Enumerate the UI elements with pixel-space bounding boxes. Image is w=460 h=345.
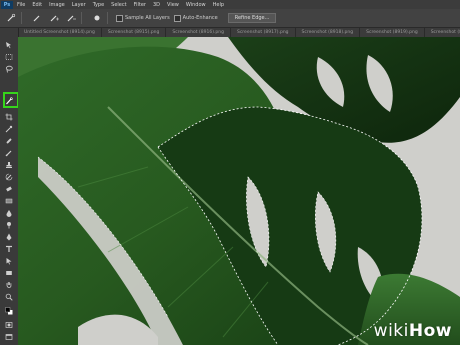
- menu-3d[interactable]: 3D: [153, 2, 160, 8]
- tab-document[interactable]: Screenshot (8919).png: [360, 28, 425, 37]
- dodge-icon[interactable]: [3, 220, 15, 229]
- menu-view[interactable]: View: [167, 2, 179, 8]
- menu-layer[interactable]: Layer: [72, 2, 86, 8]
- menu-type[interactable]: Type: [93, 2, 104, 8]
- pen-icon[interactable]: [3, 232, 15, 241]
- colors-icon[interactable]: [3, 306, 15, 315]
- lasso-icon[interactable]: [3, 64, 15, 73]
- menu-image[interactable]: Image: [49, 2, 65, 8]
- menu-edit[interactable]: Edit: [32, 2, 42, 8]
- refine-edge-button[interactable]: Refine Edge...: [227, 13, 277, 23]
- quick-selection-icon[interactable]: [3, 96, 15, 105]
- options-bar: Sample All Layers Auto-Enhance Refine Ed…: [0, 9, 460, 28]
- divider: [21, 12, 22, 24]
- menu-help[interactable]: Help: [213, 2, 224, 8]
- watermark-wiki: wiki: [373, 321, 409, 341]
- menu-window[interactable]: Window: [186, 2, 206, 8]
- watermark-how: How: [408, 321, 452, 341]
- menu-filter[interactable]: Filter: [134, 2, 146, 8]
- eraser-icon[interactable]: [3, 184, 15, 193]
- menu-bar: Ps File Edit Image Layer Type Select Fil…: [0, 0, 460, 9]
- history-brush-icon[interactable]: [3, 172, 15, 181]
- tab-document[interactable]: Screenshot (892...: [424, 28, 460, 37]
- document-tabs: Untitled Screenshot (8914).png Screensho…: [18, 28, 460, 37]
- divider: [107, 12, 108, 24]
- tab-document[interactable]: Untitled Screenshot (8914).png: [18, 28, 102, 37]
- sample-all-layers-label: Sample All Layers: [125, 15, 170, 21]
- quick-mask-icon[interactable]: [3, 320, 15, 329]
- tab-document[interactable]: Screenshot (8915).png: [101, 28, 167, 37]
- path-selection-icon[interactable]: [3, 256, 15, 265]
- add-to-selection-icon[interactable]: [48, 12, 60, 24]
- photoshop-logo: Ps: [1, 0, 13, 9]
- document-canvas[interactable]: wikiHow: [18, 37, 460, 345]
- crop-icon[interactable]: [3, 112, 15, 121]
- gradient-icon[interactable]: [3, 196, 15, 205]
- rectangle-icon[interactable]: [3, 268, 15, 277]
- type-icon[interactable]: [3, 244, 15, 253]
- clone-stamp-icon[interactable]: [3, 160, 15, 169]
- move-icon[interactable]: [3, 40, 15, 49]
- monstera-leaf-image: [18, 37, 460, 345]
- eyedropper-icon[interactable]: [3, 124, 15, 133]
- blur-icon[interactable]: [3, 208, 15, 217]
- menu-file[interactable]: File: [17, 2, 25, 8]
- brush-picker-icon[interactable]: [91, 12, 103, 24]
- healing-icon[interactable]: [3, 136, 15, 145]
- wikihow-watermark: wikiHow: [374, 321, 452, 341]
- screen-mode-icon[interactable]: [3, 332, 15, 341]
- brush-icon[interactable]: [3, 148, 15, 157]
- subtract-from-selection-icon[interactable]: [65, 12, 77, 24]
- sample-all-layers-checkbox[interactable]: [116, 14, 123, 22]
- menu-select[interactable]: Select: [111, 2, 126, 8]
- tools-panel: [0, 28, 19, 345]
- hand-icon[interactable]: [3, 280, 15, 289]
- divider: [81, 12, 82, 24]
- tab-document[interactable]: Screenshot (8918).png: [295, 28, 361, 37]
- tab-document[interactable]: Screenshot (8916).png: [166, 28, 231, 37]
- auto-enhance-label: Auto-Enhance: [182, 15, 218, 21]
- tab-document[interactable]: Screenshot (8917).png: [230, 28, 296, 37]
- marquee-icon[interactable]: [3, 52, 15, 61]
- zoom-icon[interactable]: [3, 292, 15, 301]
- quick-selection-preset-icon[interactable]: [5, 12, 17, 24]
- new-selection-icon[interactable]: [31, 12, 43, 24]
- auto-enhance-checkbox[interactable]: [173, 14, 181, 22]
